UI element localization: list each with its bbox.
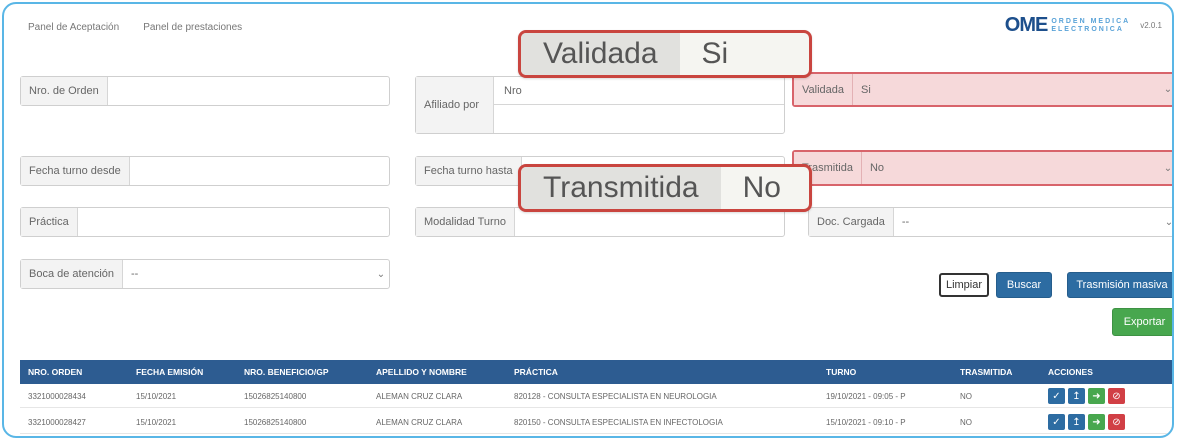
- logo-subtitle: ORDEN MEDICA ELECTRONICA: [1051, 17, 1131, 33]
- logo-text: OME: [1004, 14, 1049, 36]
- cell-practica: 820150 - CONSULTA ESPECIALISTA EN INFECT…: [514, 417, 723, 427]
- limpiar-button[interactable]: Limpiar: [939, 273, 989, 297]
- cell-apellido-nombre: ALEMAN CRUZ CLARA: [376, 391, 463, 401]
- exportar-button[interactable]: Exportar: [1112, 308, 1172, 336]
- tab-panel-aceptacion[interactable]: Panel de Aceptación: [28, 22, 119, 33]
- modalidad-label: Modalidad Turno: [416, 208, 515, 236]
- validada-select[interactable]: Validada Si ⌄: [792, 72, 1173, 107]
- cancel-icon[interactable]: ⊘: [1108, 388, 1125, 404]
- col-nro-beneficio: NRO. BENEFICIO/GP: [244, 367, 329, 377]
- cell-trasmitida: NO: [960, 417, 972, 427]
- cell-turno: 15/10/2021 - 09:10 - P: [826, 417, 906, 427]
- tab-panel-prestaciones[interactable]: Panel de prestaciones: [143, 22, 242, 33]
- version-label: v2.0.1: [1140, 21, 1162, 30]
- practica-field[interactable]: Práctica: [20, 207, 390, 237]
- nro-orden-field[interactable]: Nro. de Orden: [20, 76, 390, 106]
- cell-nro-orden: 3321000028434: [28, 391, 86, 401]
- modalidad-input[interactable]: [515, 208, 784, 236]
- transmitida-callout-value: No: [742, 171, 781, 204]
- boca-atencion-label: Boca de atención: [21, 260, 124, 288]
- boca-atencion-value: --: [131, 268, 139, 280]
- doc-cargada-value: --: [901, 216, 910, 228]
- chevron-down-icon: ⌄: [376, 268, 386, 280]
- ome-logo: OME ORDEN MEDICA ELECTRONICA v2.0.1: [1005, 14, 1162, 37]
- chevron-down-icon: ⌄: [1164, 216, 1174, 228]
- cell-fecha-emision: 15/10/2021: [136, 417, 177, 427]
- cell-nro-orden: 3321000028427: [28, 417, 86, 427]
- afiliado-label: Afiliado por: [416, 77, 494, 133]
- table-row: 3321000028434 15/10/2021 15026825140800 …: [20, 384, 1172, 408]
- fecha-hasta-label: Fecha turno hasta: [416, 157, 522, 185]
- arrow-right-icon[interactable]: ➜: [1088, 414, 1105, 430]
- chevron-down-icon: ⌄: [1163, 162, 1173, 174]
- results-table-header: NRO. ORDEN FECHA EMISIÓN NRO. BENEFICIO/…: [20, 360, 1172, 384]
- upload-icon[interactable]: ↥: [1068, 388, 1085, 404]
- top-nav: Panel de Aceptación Panel de prestacione…: [28, 22, 242, 33]
- validada-callout-value: Si: [701, 37, 729, 70]
- col-practica: PRÁCTICA: [514, 367, 558, 377]
- col-acciones: ACCIONES: [1048, 367, 1093, 377]
- validada-callout: Validada Si: [518, 30, 812, 78]
- upload-icon[interactable]: ↥: [1068, 414, 1085, 430]
- col-nro-orden: NRO. ORDEN: [28, 367, 83, 377]
- cell-turno: 19/10/2021 - 09:05 - P: [826, 391, 906, 401]
- trasmitida-select[interactable]: Trasmitida No ⌄: [792, 150, 1173, 186]
- cancel-icon[interactable]: ⊘: [1108, 414, 1125, 430]
- validada-callout-label: Validada: [521, 33, 680, 75]
- cell-nro-beneficio: 15026825140800: [244, 391, 307, 401]
- practica-label: Práctica: [21, 208, 78, 236]
- col-trasmitida: TRASMITIDA: [960, 367, 1013, 377]
- col-turno: TURNO: [826, 367, 857, 377]
- nro-orden-label: Nro. de Orden: [21, 77, 108, 105]
- col-fecha-emision: FECHA EMISIÓN: [136, 367, 204, 377]
- afiliado-field: Afiliado por Nro: [415, 76, 785, 134]
- cell-apellido-nombre: ALEMAN CRUZ CLARA: [376, 417, 463, 427]
- app-frame: Panel de Aceptación Panel de prestacione…: [2, 2, 1174, 438]
- fecha-desde-field[interactable]: Fecha turno desde: [20, 156, 390, 186]
- arrow-right-icon[interactable]: ➜: [1088, 388, 1105, 404]
- buscar-button[interactable]: Buscar: [996, 272, 1052, 298]
- transmitida-callout: Transmitida No: [518, 164, 812, 212]
- transmitida-callout-label: Transmitida: [521, 167, 721, 209]
- cell-trasmitida: NO: [960, 391, 972, 401]
- check-icon[interactable]: ✓: [1048, 414, 1065, 430]
- trasmision-masiva-button[interactable]: Trasmisión masiva: [1067, 272, 1172, 298]
- doc-cargada-label: Doc. Cargada: [809, 208, 894, 236]
- row-actions: ✓ ↥ ➜ ⊘: [1048, 388, 1125, 404]
- row-actions: ✓ ↥ ➜ ⊘: [1048, 414, 1125, 430]
- afiliado-input[interactable]: [494, 105, 784, 133]
- afiliado-type-select[interactable]: Nro: [494, 77, 784, 105]
- trasmitida-value: No: [869, 162, 884, 174]
- doc-cargada-select[interactable]: Doc. Cargada -- ⌄: [808, 207, 1174, 237]
- fecha-desde-label: Fecha turno desde: [21, 157, 130, 185]
- validada-label: Validada: [794, 74, 853, 105]
- fecha-desde-input[interactable]: [130, 157, 389, 185]
- col-apellido-nombre: APELLIDO Y NOMBRE: [376, 367, 467, 377]
- check-icon[interactable]: ✓: [1048, 388, 1065, 404]
- cell-practica: 820128 - CONSULTA ESPECIALISTA EN NEUROL…: [514, 391, 717, 401]
- practica-input[interactable]: [78, 208, 389, 236]
- chevron-down-icon: ⌄: [1163, 84, 1173, 95]
- table-row: 3321000028427 15/10/2021 15026825140800 …: [20, 410, 1172, 434]
- validada-value: Si: [861, 83, 871, 96]
- cell-fecha-emision: 15/10/2021: [136, 391, 177, 401]
- boca-atencion-select[interactable]: Boca de atención -- ⌄: [20, 259, 390, 289]
- nro-orden-input[interactable]: [108, 77, 389, 105]
- cell-nro-beneficio: 15026825140800: [244, 417, 307, 427]
